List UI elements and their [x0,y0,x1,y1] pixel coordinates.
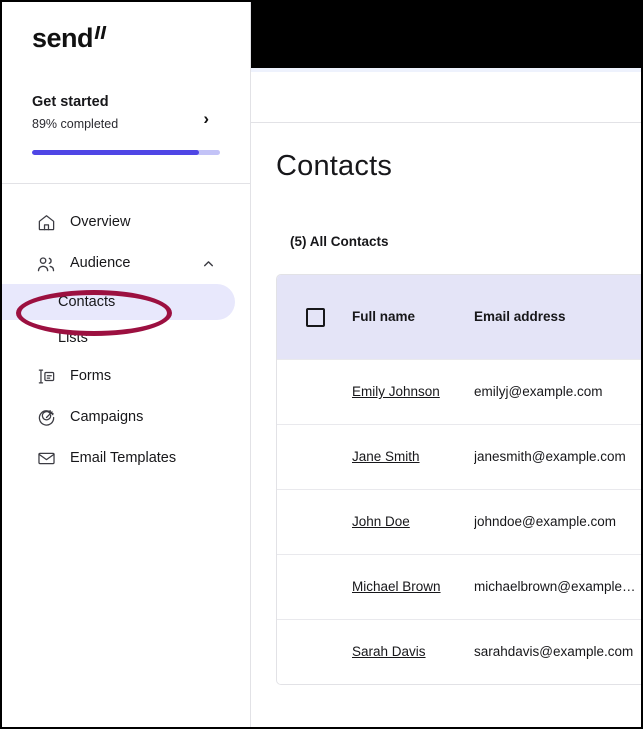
app-window: send Get started 89% completed › Overvie… [0,0,643,729]
table-cell-email: johndoe@example.com [474,514,617,529]
sidebar: send Get started 89% completed › Overvie… [2,2,251,727]
target-icon [34,406,58,430]
table-cell-email: michaelbrown@example… [474,579,636,594]
sidebar-item-label: Audience [70,255,131,272]
logo-wordmark: send [32,23,94,53]
table-cell-name: Sarah Davis [352,643,474,661]
contact-name-link[interactable]: John Doe [352,514,410,529]
home-icon [34,211,58,235]
table-cell-name: Jane Smith [352,448,474,466]
sidebar-subitem-label: Lists [58,329,88,346]
contacts-table: Full name Email address Emily Johnson em… [276,274,641,685]
contact-name-link[interactable]: Emily Johnson [352,384,440,399]
table-row[interactable]: Sarah Davis sarahdavis@example.com [277,619,641,684]
top-app-bar [251,2,641,68]
sidebar-item-label: Campaigns [70,409,144,426]
column-header-email-address[interactable]: Email address [474,308,641,326]
send-logo[interactable]: send [32,18,107,52]
get-started-title: Get started [32,94,109,110]
contact-name-link[interactable]: Jane Smith [352,449,420,464]
sidebar-item-forms[interactable]: Forms [2,356,251,397]
get-started-progress-bar [32,150,220,155]
envelope-icon [34,447,58,471]
sidebar-item-label: Forms [70,368,112,385]
sidebar-item-email-templates[interactable]: Email Templates [2,438,251,479]
sidebar-item-label: Overview [70,214,131,231]
sidebar-item-overview[interactable]: Overview [2,202,251,243]
sidebar-nav: Overview Audience Contacts Lists Forms C… [2,202,251,479]
contact-name-link[interactable]: Michael Brown [352,579,441,594]
table-row[interactable]: Emily Johnson emilyj@example.com [277,359,641,424]
chevron-right-icon[interactable]: › [203,110,209,127]
subheader-divider [251,122,641,123]
column-header-label: Full name [352,309,416,324]
table-row[interactable]: John Doe johndoe@example.com [277,489,641,554]
chevron-up-icon[interactable] [202,257,215,270]
get-started-progress-label: 89% completed [32,117,119,131]
table-cell-email: emilyj@example.com [474,384,603,399]
sidebar-item-lists[interactable]: Lists [2,320,251,356]
sidebar-divider [2,183,251,184]
sidebar-item-contacts[interactable]: Contacts [2,284,235,320]
sidebar-item-audience[interactable]: Audience [2,243,251,284]
contact-name-link[interactable]: Sarah Davis [352,644,426,659]
table-cell-email: sarahdavis@example.com [474,644,634,659]
table-cell-name: Michael Brown [352,578,474,596]
logo-mark-icon [94,26,107,39]
table-row[interactable]: Jane Smith janesmith@example.com [277,424,641,489]
contacts-count-label: (5) All Contacts [290,234,389,249]
people-icon [34,252,58,276]
sidebar-item-label: Email Templates [70,450,177,467]
select-all-checkbox[interactable] [306,307,325,327]
main-content: Contacts (5) All Contacts Full name Emai… [251,2,641,727]
sidebar-subitem-label: Contacts [58,293,116,310]
table-header-row: Full name Email address [277,275,641,359]
column-header-full-name[interactable]: Full name [352,308,474,326]
get-started-progress-fill [32,150,200,155]
top-app-bar-accent [251,68,641,72]
table-cell-email: janesmith@example.com [474,449,626,464]
page-title: Contacts [276,150,393,182]
forms-icon [34,365,58,389]
table-row[interactable]: Michael Brown michaelbrown@example… [277,554,641,619]
get-started-panel[interactable]: Get started 89% completed › [2,92,251,155]
column-header-label: Email address [474,309,566,324]
sidebar-item-campaigns[interactable]: Campaigns [2,397,251,438]
table-cell-name: Emily Johnson [352,383,474,401]
table-cell-name: John Doe [352,513,474,531]
